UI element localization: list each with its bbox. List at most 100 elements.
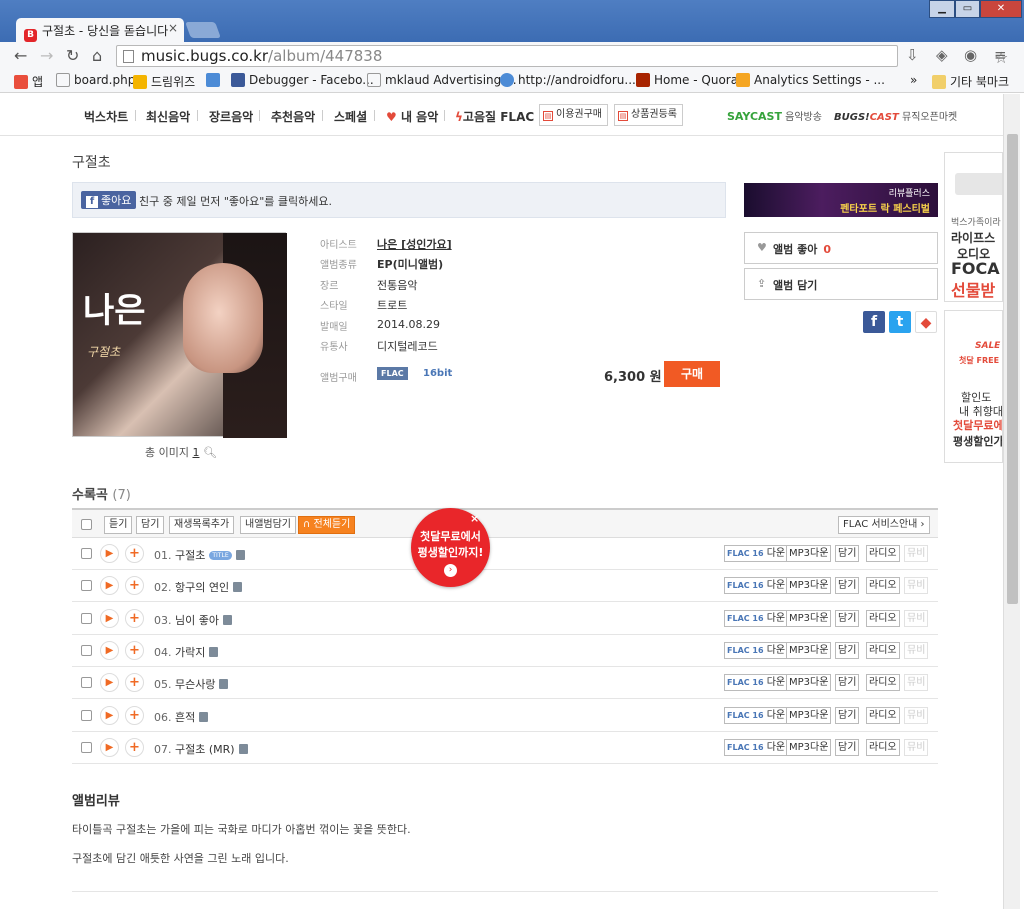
- track-radio-button[interactable]: 라디오: [866, 609, 900, 627]
- track-radio-button[interactable]: 라디오: [866, 577, 900, 595]
- facebook-like-button[interactable]: f 좋아요: [81, 191, 137, 209]
- event-banner[interactable]: 리뷰플러스 펜타포트 락 페스티벌: [744, 183, 938, 217]
- play-icon[interactable]: ▶: [100, 705, 119, 725]
- forward-arrow-icon[interactable]: →: [40, 46, 53, 65]
- add-to-my-album-button[interactable]: 내앨범담기: [240, 516, 296, 534]
- play-icon[interactable]: ▶: [100, 576, 119, 596]
- track-add-button[interactable]: 담기: [835, 706, 860, 724]
- flac-download-button[interactable]: FLAC 16 다운: [724, 706, 789, 724]
- flac-download-button[interactable]: FLAC 16 다운: [724, 545, 789, 562]
- browser-tab[interactable]: B 구절초 - 당신을 돋습니다 ×: [16, 18, 184, 42]
- reload-icon[interactable]: ↻: [66, 46, 79, 65]
- track-title[interactable]: 03. 님이 좋아: [154, 612, 232, 628]
- album-like-button[interactable]: ♥ 앨범 좋아 0: [744, 232, 938, 264]
- lyrics-icon[interactable]: [222, 614, 232, 625]
- side-ad-free-month[interactable]: SALE 첫달 FREE 할인도 내 취향대 첫달무료에 평생할인가: [944, 310, 1003, 463]
- gift-card-register-button[interactable]: ▤ 상품권등록: [614, 104, 683, 126]
- track-checkbox[interactable]: [81, 580, 92, 592]
- flac-download-button[interactable]: FLAC 16 다운: [724, 641, 789, 659]
- voucher-purchase-button[interactable]: ▤ 이용권구매: [539, 104, 608, 126]
- promo-popup[interactable]: × 첫달무료에서 평생할인까지! ›: [411, 508, 490, 587]
- lyrics-icon[interactable]: [219, 679, 229, 690]
- track-add-button[interactable]: 담기: [835, 577, 860, 595]
- buy-button[interactable]: 구매: [664, 361, 720, 387]
- add-icon[interactable]: +: [125, 576, 144, 596]
- new-tab-button[interactable]: [185, 22, 221, 38]
- play-icon[interactable]: ▶: [100, 544, 119, 563]
- track-title[interactable]: 01. 구절초 TITLE: [154, 547, 245, 563]
- bookmarks-more[interactable]: »: [910, 73, 917, 87]
- track-checkbox[interactable]: [81, 741, 92, 753]
- mp3-download-button[interactable]: MP3다운: [786, 641, 832, 659]
- extension-ghost-icon[interactable]: ◉: [964, 46, 977, 64]
- add-icon[interactable]: +: [125, 673, 144, 693]
- menu-hamburger-icon[interactable]: ≡: [994, 46, 1007, 64]
- back-arrow-icon[interactable]: ←: [14, 46, 27, 65]
- track-radio-button[interactable]: 라디오: [866, 674, 900, 692]
- lyrics-icon[interactable]: [233, 582, 243, 593]
- flac-download-button[interactable]: FLAC 16 다운: [724, 609, 789, 627]
- bookmark-mklaud[interactable]: mklaud Advertising ...: [367, 73, 517, 87]
- bookmark-board[interactable]: board.php: [56, 73, 135, 87]
- add-icon[interactable]: +: [125, 608, 144, 628]
- album-save-button[interactable]: ⇪ 앨범 담기: [744, 268, 938, 300]
- mp3-download-button[interactable]: MP3다운: [786, 706, 832, 724]
- add-selected-button[interactable]: 담기: [136, 516, 165, 534]
- address-bar[interactable]: music.bugs.co.kr/album/447838 ☆: [116, 45, 1008, 67]
- extension-download-icon[interactable]: ⇩: [906, 46, 919, 64]
- bookmark-analytics[interactable]: Analytics Settings - ...: [736, 73, 885, 87]
- add-icon[interactable]: +: [125, 737, 144, 757]
- track-add-button[interactable]: 담기: [835, 641, 860, 659]
- tab-close-icon[interactable]: ×: [168, 21, 178, 35]
- track-title[interactable]: 07. 구절초 (MR): [154, 741, 248, 757]
- nav-my-music[interactable]: ♥ 내 음악: [386, 108, 438, 125]
- bookmark-unnamed[interactable]: [206, 73, 224, 87]
- track-checkbox[interactable]: [81, 677, 92, 689]
- track-add-button[interactable]: 담기: [835, 609, 860, 627]
- track-checkbox[interactable]: [81, 548, 92, 559]
- minimize-button[interactable]: ▁: [929, 0, 955, 18]
- other-bookmarks[interactable]: 기타 북마크: [932, 73, 1009, 90]
- track-radio-button[interactable]: 라디오: [866, 738, 900, 756]
- add-icon[interactable]: +: [125, 640, 144, 660]
- bookmark-facebook-debugger[interactable]: Debugger - Facebo...: [231, 73, 374, 87]
- add-icon[interactable]: +: [125, 544, 144, 563]
- flac-download-button[interactable]: FLAC 16 다운: [724, 577, 789, 595]
- mp3-download-button[interactable]: MP3다운: [786, 674, 832, 692]
- image-count[interactable]: 총 이미지 1 🔍︎: [145, 444, 217, 460]
- page-scrollbar[interactable]: [1003, 94, 1020, 909]
- mp3-download-button[interactable]: MP3다운: [786, 609, 832, 627]
- mp3-download-button[interactable]: MP3다운: [786, 738, 832, 756]
- album-cover[interactable]: 나은 구절초: [72, 232, 287, 438]
- track-add-button[interactable]: 담기: [835, 674, 860, 692]
- nav-new-music[interactable]: 최신음악: [146, 108, 190, 125]
- lyrics-icon[interactable]: [209, 646, 219, 657]
- play-all-button[interactable]: ∩ 전체듣기: [298, 516, 356, 534]
- me2day-share-icon[interactable]: ◆: [915, 311, 937, 333]
- close-window-button[interactable]: ✕: [980, 0, 1022, 18]
- track-title[interactable]: 02. 항구의 연인: [154, 579, 243, 595]
- lyrics-icon[interactable]: [235, 550, 245, 560]
- mp3-download-button[interactable]: MP3다운: [786, 577, 832, 595]
- side-ad-audio[interactable]: 벅스가족이라 라이프스 오디오 FOCA 선물받: [944, 152, 1003, 302]
- add-icon[interactable]: +: [125, 705, 144, 725]
- nav-recommended[interactable]: 추천음악: [271, 108, 315, 125]
- listen-selected-button[interactable]: 듣기: [104, 516, 133, 534]
- lyrics-icon[interactable]: [238, 743, 248, 754]
- play-icon[interactable]: ▶: [100, 737, 119, 757]
- bookmark-apps[interactable]: 앱: [14, 73, 43, 90]
- track-add-button[interactable]: 담기: [835, 545, 860, 562]
- artist-link[interactable]: 나은 [성인가요]: [377, 236, 452, 252]
- mp3-download-button[interactable]: MP3다운: [786, 545, 832, 562]
- promo-close-icon[interactable]: ×: [470, 512, 479, 525]
- play-icon[interactable]: ▶: [100, 673, 119, 693]
- lyrics-icon[interactable]: [199, 711, 209, 722]
- track-radio-button[interactable]: 라디오: [866, 641, 900, 659]
- track-checkbox[interactable]: [81, 612, 92, 624]
- bugscast-link[interactable]: BUGS!CAST 뮤직오픈마켓: [834, 108, 957, 123]
- play-icon[interactable]: ▶: [100, 608, 119, 628]
- track-checkbox[interactable]: [81, 709, 92, 721]
- track-title[interactable]: 04. 가락지: [154, 644, 219, 660]
- track-add-button[interactable]: 담기: [835, 738, 860, 756]
- play-icon[interactable]: ▶: [100, 640, 119, 660]
